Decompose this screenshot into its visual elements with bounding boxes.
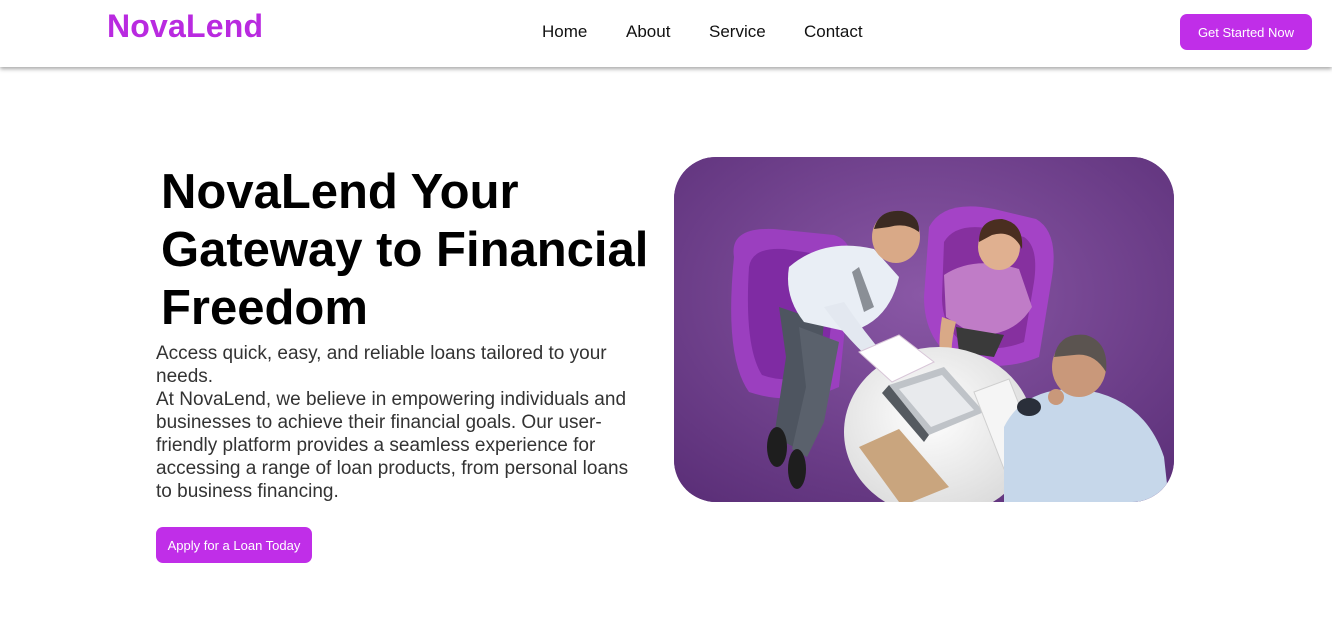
nav-link-home[interactable]: Home	[542, 22, 587, 42]
hero-title: NovaLend Your Gateway to Financial Freed…	[161, 165, 649, 335]
nav-link-about[interactable]: About	[626, 22, 670, 42]
nav-link-service[interactable]: Service	[709, 22, 766, 42]
hero-description: At NovaLend, we believe in empowering in…	[156, 389, 629, 502]
top-navbar: NovaLend Home About Service Contact Get …	[0, 0, 1332, 67]
business-meeting-illustration	[674, 157, 1174, 502]
main-nav: Home About Service Contact	[0, 22, 1332, 44]
apply-loan-button[interactable]: Apply for a Loan Today	[156, 527, 312, 563]
hero-tagline: Access quick, easy, and reliable loans t…	[156, 343, 607, 387]
hero-photo	[674, 157, 1174, 502]
nav-link-contact[interactable]: Contact	[804, 22, 863, 42]
hero-body: Access quick, easy, and reliable loans t…	[156, 342, 646, 503]
get-started-button[interactable]: Get Started Now	[1180, 14, 1312, 50]
